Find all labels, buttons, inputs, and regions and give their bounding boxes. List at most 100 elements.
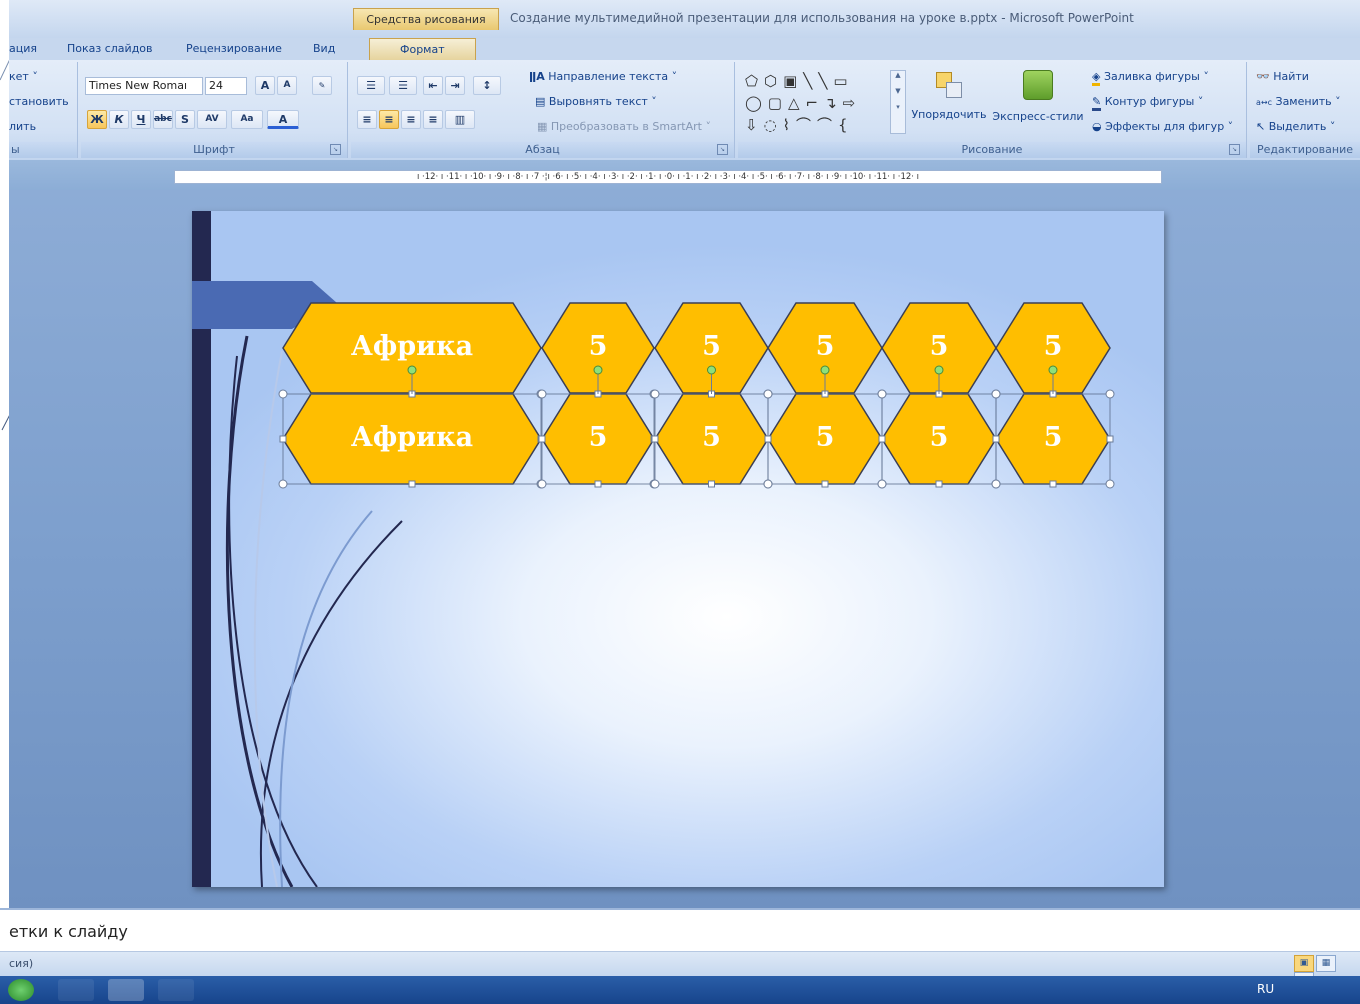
shape-effects-button[interactable]: ◒ Эффекты для фигур ˅: [1092, 120, 1233, 133]
convert-smartart-label: Преобразовать в SmartArt ˅: [550, 120, 711, 133]
grow-font-button[interactable]: A: [255, 76, 275, 95]
resize-handle[interactable]: [1105, 479, 1115, 489]
find-button[interactable]: 👓 Найти: [1256, 70, 1309, 83]
bullets-button[interactable]: ☰: [357, 76, 385, 95]
resize-handle[interactable]: [278, 389, 288, 399]
app-taskbar-icon[interactable]: [158, 979, 194, 1001]
rotation-handle[interactable]: [1048, 365, 1058, 375]
hexagon-label-value: 5: [1043, 331, 1063, 362]
delete-button[interactable]: лить: [9, 120, 36, 133]
arrange-button[interactable]: Упорядочить: [908, 70, 990, 140]
font-dialog-launcher[interactable]: ↘: [330, 144, 341, 155]
increase-indent-button[interactable]: ⇥: [445, 76, 465, 95]
replace-button[interactable]: a↔c Заменить ˅: [1256, 95, 1341, 108]
resize-handle[interactable]: [991, 479, 1001, 489]
quick-styles-button[interactable]: Экспресс-стили: [990, 70, 1086, 140]
resize-handle[interactable]: [935, 480, 943, 488]
underline-button[interactable]: Ч: [131, 110, 151, 129]
resize-handle[interactable]: [877, 479, 887, 489]
ribbon: кет ˅ становить лить ы Times New Romaı 2…: [9, 60, 1360, 161]
shapes-gallery[interactable]: ⬠⬡▣╲╲▭ ◯▢△⌐↴⇨ ⇩◌⌇⌒⌒{: [745, 70, 895, 136]
line-spacing-button[interactable]: ↕: [473, 76, 501, 95]
resize-handle[interactable]: [650, 389, 660, 399]
rotation-handle[interactable]: [934, 365, 944, 375]
align-right-button[interactable]: ≡: [401, 110, 421, 129]
font-size-combo[interactable]: 24: [205, 77, 247, 95]
resize-handle[interactable]: [1049, 480, 1057, 488]
group-font-label: Шрифт: [81, 142, 347, 158]
group-editing-label: Редактирование: [1250, 142, 1360, 158]
layout-button[interactable]: кет ˅: [9, 70, 38, 83]
slide-sorter-icon[interactable]: ▦: [1316, 955, 1336, 972]
strikethrough-button[interactable]: abc: [153, 110, 173, 129]
align-text-button[interactable]: ▤ Выровнять текст ˅: [535, 95, 657, 108]
numbering-button[interactable]: ☰: [389, 76, 417, 95]
shadow-button[interactable]: S: [175, 110, 195, 129]
shape-effects-label: Эффекты для фигур ˅: [1105, 120, 1234, 133]
ribbon-tabs: ация Показ слайдов Рецензирование Вид Фо…: [9, 38, 1360, 60]
notes-pane[interactable]: етки к слайду: [0, 908, 1360, 952]
paragraph-dialog-launcher[interactable]: ↘: [717, 144, 728, 155]
resize-handle[interactable]: [650, 479, 660, 489]
rotation-handle[interactable]: [707, 365, 716, 375]
columns-button[interactable]: ▥: [445, 110, 475, 129]
binoculars-icon: 👓: [1256, 70, 1270, 83]
resize-handle[interactable]: [537, 479, 547, 489]
hexagon-label-value: 5: [815, 331, 835, 362]
resize-handle[interactable]: [821, 480, 829, 488]
tab-review[interactable]: Рецензирование: [186, 42, 282, 55]
tab-animation[interactable]: ация: [9, 42, 37, 55]
horizontal-ruler[interactable]: ı ·12· ı ·11· ı ·10· ı ·9· ı ·8· ı ·7 ·¦…: [174, 170, 1162, 184]
resize-handle[interactable]: [763, 479, 773, 489]
language-indicator[interactable]: RU: [1257, 982, 1274, 996]
resize-handle[interactable]: [537, 389, 547, 399]
normal-view-icon[interactable]: ▣: [1294, 955, 1314, 972]
resize-handle[interactable]: [877, 389, 887, 399]
hexagon-label-value: 5: [702, 331, 721, 362]
resize-handle[interactable]: [278, 479, 288, 489]
font-color-button[interactable]: A: [267, 110, 299, 129]
justify-button[interactable]: ≡: [423, 110, 443, 129]
bold-button[interactable]: Ж: [87, 110, 107, 129]
resize-handle[interactable]: [763, 389, 773, 399]
powerpoint-taskbar-icon[interactable]: [108, 979, 144, 1001]
resize-handle[interactable]: [594, 480, 602, 488]
group-font: Times New Romaı 24 A A ✎ Ж К Ч abc S AV …: [81, 62, 348, 158]
reset-button[interactable]: становить: [9, 95, 69, 108]
shape-outline-button[interactable]: ✎ Контур фигуры ˅: [1092, 95, 1203, 111]
align-left-button[interactable]: ≡: [357, 110, 377, 129]
decrease-indent-button[interactable]: ⇤: [423, 76, 443, 95]
italic-button[interactable]: К: [109, 110, 129, 129]
align-center-button[interactable]: ≡: [379, 110, 399, 129]
char-spacing-button[interactable]: AV: [197, 110, 227, 129]
convert-smartart-button[interactable]: ▦ Преобразовать в SmartArt ˅: [537, 120, 711, 133]
group-drawing: ⬠⬡▣╲╲▭ ◯▢△⌐↴⇨ ⇩◌⌇⌒⌒{ ▲ ▼ ▾ Упорядочить Экспр…: [738, 62, 1247, 158]
resize-handle[interactable]: [408, 480, 416, 488]
rotation-handle[interactable]: [593, 365, 603, 375]
hexagon-label-region: Африка: [350, 422, 474, 453]
rotation-handle[interactable]: [820, 365, 830, 375]
tab-format[interactable]: Формат: [369, 38, 476, 60]
resize-handle[interactable]: [991, 389, 1001, 399]
group-editing: 👓 Найти a↔c Заменить ˅ ↖ Выделить ˅ Реда…: [1250, 62, 1360, 158]
tab-slideshow[interactable]: Показ слайдов: [67, 42, 153, 55]
font-name-combo[interactable]: Times New Romaı: [85, 77, 203, 95]
tab-view[interactable]: Вид: [313, 42, 335, 55]
shrink-font-button[interactable]: A: [277, 76, 297, 95]
resize-handle[interactable]: [708, 480, 715, 488]
slide-canvas[interactable]: Африка 5 5 5 5 5 Африка 5 5 5 5 5: [192, 211, 1164, 887]
drawing-dialog-launcher[interactable]: ↘: [1229, 144, 1240, 155]
shape-fill-button[interactable]: ◈ Заливка фигуры ˅: [1092, 70, 1209, 86]
replace-icon: a↔c: [1256, 98, 1273, 107]
change-case-button[interactable]: Aa: [231, 110, 263, 129]
resize-handle[interactable]: [1105, 389, 1115, 399]
clear-format-icon[interactable]: ✎: [312, 76, 332, 95]
start-orb-icon[interactable]: [8, 979, 34, 1001]
text-direction-button[interactable]: ǁA Направление текста ˅: [529, 70, 677, 83]
shapes-gallery-scroll[interactable]: ▲ ▼ ▾: [890, 70, 906, 134]
rotation-handle[interactable]: [407, 365, 417, 375]
explorer-icon[interactable]: [58, 979, 94, 1001]
paint-bucket-icon: ◈: [1092, 70, 1101, 86]
select-button[interactable]: ↖ Выделить ˅: [1256, 120, 1335, 133]
drawing-tools-context-label: Средства рисования: [353, 8, 499, 30]
